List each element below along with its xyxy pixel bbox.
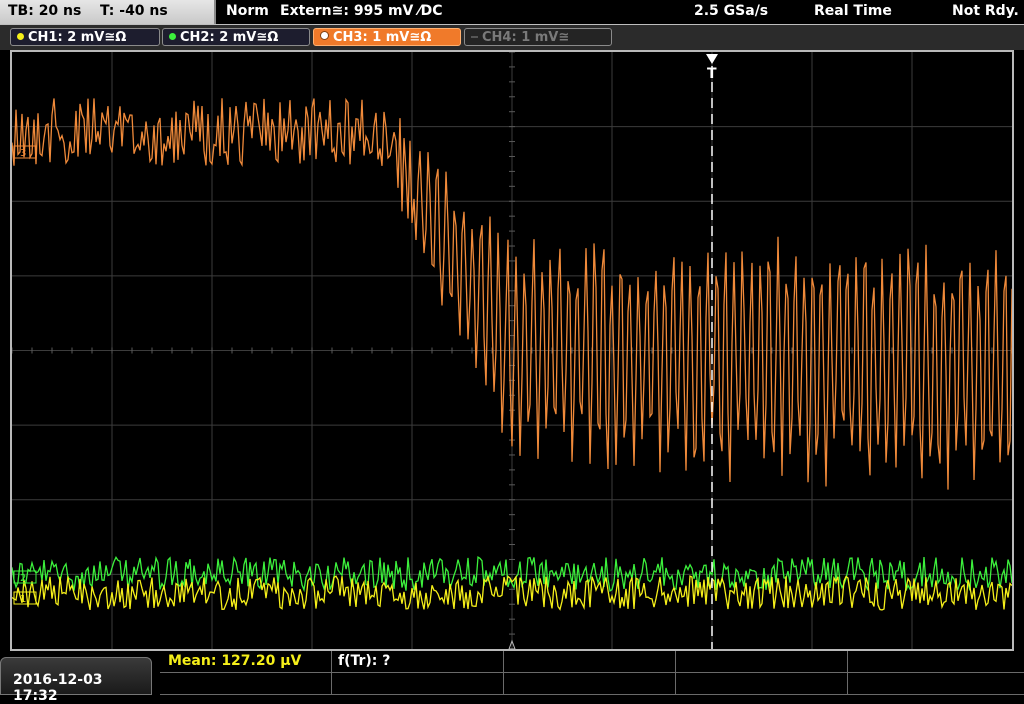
measurement-table[interactable]: Mean: 127.20 µV f(Tr): ? [160,651,1024,695]
waveform-canvas: T 3 2 1 [12,52,1012,649]
trigger-mode: Norm [226,3,269,19]
measurement-cell[interactable]: f(Tr): ? [332,651,504,673]
function-measurement: f(Tr): ? [338,653,391,669]
measurement-cell[interactable] [160,673,332,695]
svg-text:3: 3 [20,148,26,159]
bottom-bar: 2016-12-03 17:32 Mean: 127.20 µV f(Tr): … [0,651,1024,704]
timebase-value: TB: 20 ns [8,3,82,19]
channel-3-indicator-icon [320,31,329,40]
channel-1-button[interactable]: CH1: 2 mV≅Ω [10,28,160,46]
waveform-display[interactable]: T 3 2 1 [10,50,1014,651]
graticule [12,52,1012,649]
svg-text:2: 2 [20,573,26,584]
channel-2-indicator-icon [169,33,176,40]
trigger-time-value: T: -40 ns [100,3,168,19]
sample-rate: 2.5 GSa/s [694,3,769,19]
measurement-cell[interactable] [848,651,1024,673]
channel-4-label: CH4: 1 mV≅ [482,30,570,45]
mean-measurement: Mean: 127.20 µV [168,653,302,669]
acquisition-mode: Real Time [814,3,892,19]
datetime: 2016-12-03 17:32 [13,672,103,704]
measurement-cell[interactable] [504,651,676,673]
trigger-label: T [707,66,717,82]
channel-1-label: CH1: 2 mV≅Ω [28,30,127,45]
channel-4-indicator-icon [471,36,478,38]
channel-button-row: CH1: 2 mV≅Ω CH2: 2 mV≅Ω CH3: 1 mV≅Ω CH4:… [0,25,1024,50]
measurement-cell[interactable] [676,651,848,673]
datetime-panel: 2016-12-03 17:32 [0,657,152,704]
channel-3-label: CH3: 1 mV≅Ω [333,30,432,45]
svg-text:1: 1 [20,594,26,605]
channel-3-button[interactable]: CH3: 1 mV≅Ω [313,28,461,46]
channel-4-button[interactable]: CH4: 1 mV≅ [464,28,612,46]
trigger-arrow-icon[interactable] [706,54,718,64]
trigger-source: Extern≅: 995 mV ⁄DC [280,3,443,19]
timebase-panel[interactable]: TB: 20 ns T: -40 ns [0,0,216,24]
trigger-panel[interactable]: Norm Extern≅: 995 mV ⁄DC 2.5 GSa/s Real … [216,0,1024,24]
acquisition-status: Not Rdy. [952,3,1019,19]
top-status-bar: TB: 20 ns T: -40 ns Norm Extern≅: 995 mV… [0,0,1024,26]
channel-2-button[interactable]: CH2: 2 mV≅Ω [162,28,310,46]
channel-2-label: CH2: 2 mV≅Ω [180,30,279,45]
measurement-cell[interactable] [848,673,1024,695]
measurement-cell[interactable] [676,673,848,695]
measurement-cell[interactable]: Mean: 127.20 µV [160,651,332,673]
measurement-cell[interactable] [504,673,676,695]
channel-1-indicator-icon [17,33,24,40]
measurement-cell[interactable] [332,673,504,695]
